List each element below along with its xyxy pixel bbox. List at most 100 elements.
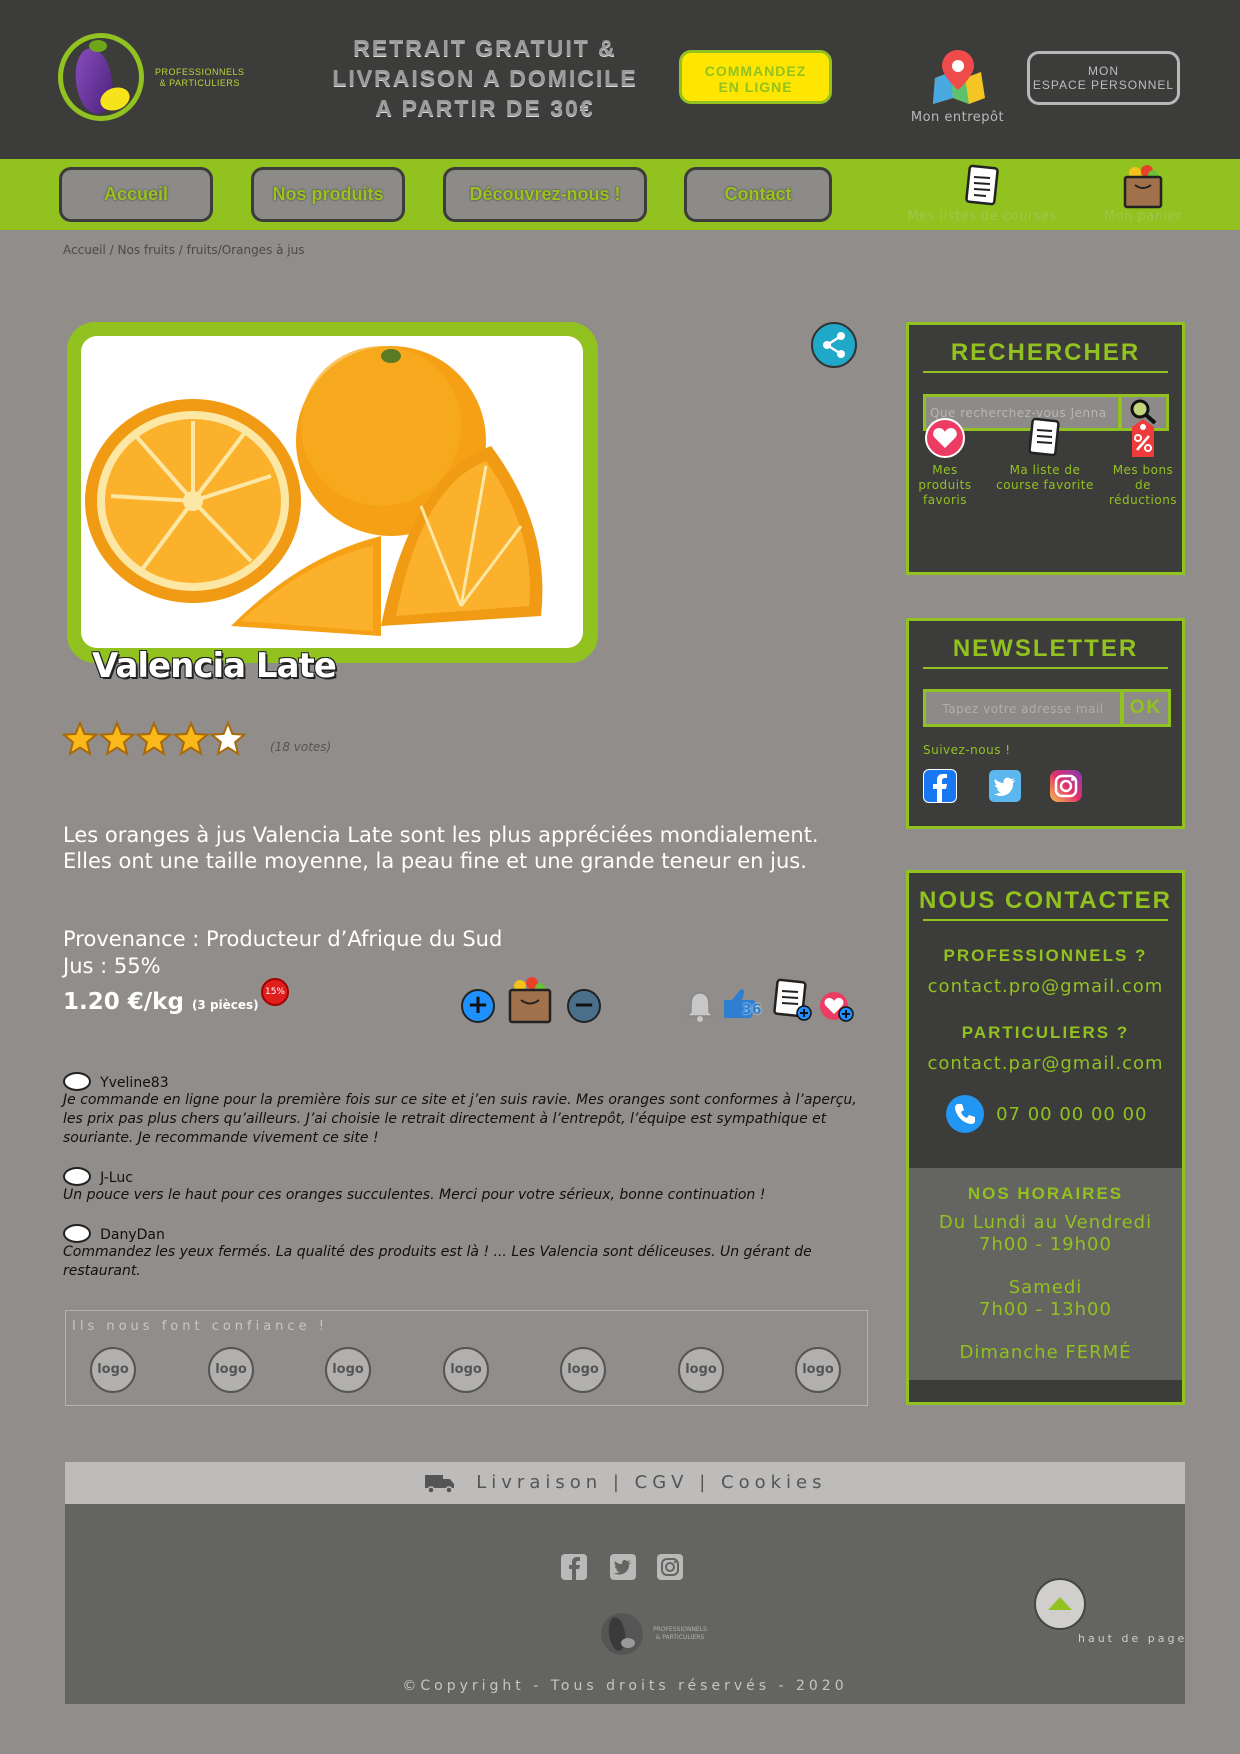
comment-author: Yveline83 (100, 1075, 169, 1091)
favorite-list-link[interactable]: Ma liste de course favorite (989, 417, 1101, 493)
like-button[interactable]: 36 (722, 986, 762, 1026)
star-filled-icon[interactable] (98, 720, 136, 756)
add-to-favorites-button[interactable] (818, 990, 856, 1028)
twitter-icon (614, 1559, 631, 1575)
map-pin-icon (932, 50, 985, 104)
breadcrumb[interactable]: Accueil / Nos fruits / fruits/Oranges à … (63, 243, 305, 257)
follow-us-label: Suivez-nous ! (923, 743, 1011, 757)
newsletter-title: NEWSLETTER (952, 635, 1139, 662)
promo-banner: RETRAIT GRATUIT & LIVRAISON A DOMICILE A… (332, 35, 638, 121)
back-to-top-button[interactable] (1034, 1578, 1086, 1630)
personal-space-button[interactable]: MON ESPACE PERSONNEL (1027, 51, 1180, 105)
search-panel: RECHERCHER Que recherchez-vous Jenna ? M… (906, 322, 1185, 575)
product-title: Valencia Late (92, 646, 337, 686)
product-provenance: Provenance : Producteur d’Afrique du Sud… (63, 927, 503, 978)
share-icon (823, 332, 845, 358)
footer-links[interactable]: Livraison | CGV | Cookies (65, 1462, 1185, 1504)
product-description: Les oranges à jus Valencia Late sont les… (63, 823, 819, 873)
newsletter-submit-button[interactable]: OK (1121, 689, 1171, 727)
partner-logo[interactable]: logo (325, 1347, 371, 1393)
copyright: ©Copyright - Tous droits réservés - 2020 (402, 1678, 848, 1694)
comment-text: Commandez les yeux fermés. La qualité de… (63, 1244, 812, 1279)
logo-text: PROFESSIONNELS & PARTICULIERS (155, 67, 245, 88)
heart-icon (925, 418, 965, 458)
cart-link[interactable]: Mon panier (1096, 163, 1190, 224)
newsletter-panel: NEWSLETTER Tapez votre adresse mail OK S… (906, 618, 1185, 829)
speech-bubble-icon (63, 1167, 91, 1186)
back-to-top-label: haut de page (1078, 1632, 1188, 1645)
product-price: 1.20 €/kg (3 pièces) (63, 989, 259, 1015)
discount-badge: 15% (261, 978, 289, 1006)
rating-stars[interactable] (61, 720, 262, 764)
alert-button[interactable] (684, 989, 716, 1027)
pro-email-link[interactable]: contact.pro@gmail.com (909, 976, 1182, 997)
footer-links-text[interactable]: Livraison | CGV | Cookies (476, 1472, 826, 1493)
twitter-link[interactable] (988, 769, 1022, 803)
star-empty-icon[interactable] (209, 720, 247, 756)
saturday-hours: 7h00 - 13h00 (979, 1299, 1112, 1320)
speech-bubble-icon (63, 1072, 91, 1091)
nav-products[interactable]: Nos produits (251, 167, 405, 222)
share-button[interactable] (811, 322, 857, 368)
comment-author: J-Luc (100, 1170, 133, 1186)
nav-contact[interactable]: Contact (684, 167, 832, 222)
star-filled-icon[interactable] (172, 720, 210, 756)
decrease-quantity-button[interactable]: − (567, 989, 601, 1023)
product-image (81, 336, 583, 648)
warehouse-link[interactable]: Mon entrepôt (900, 48, 1015, 125)
saturday-label: Samedi (1008, 1277, 1083, 1298)
partners-section: Ils nous font confiance ! logo logo logo… (65, 1310, 868, 1406)
newsletter-email-input[interactable]: Tapez votre adresse mail (923, 689, 1123, 727)
partner-logo[interactable]: logo (90, 1347, 136, 1393)
nav-discover[interactable]: Découvrez-nous ! (443, 167, 647, 222)
weekdays-hours: 7h00 - 19h00 (979, 1234, 1112, 1255)
comment: J-Luc Un pouce vers le haut pour ces ora… (63, 1166, 863, 1205)
footer-logo[interactable]: PROFESSIONNELS & PARTICULIERS (600, 1610, 707, 1658)
increase-quantity-button[interactable]: + (461, 989, 495, 1023)
shopping-lists-link[interactable]: Mes listes de courses (900, 163, 1064, 224)
order-online-button[interactable]: COMMANDEZ EN LIGNE (679, 50, 832, 104)
list-icon (1028, 417, 1060, 457)
site-header: PROFESSIONNELS & PARTICULIERS RETRAIT GR… (0, 0, 1240, 159)
add-to-list-button[interactable] (770, 977, 814, 1027)
individuals-label: PARTICULIERS ? (961, 1023, 1130, 1042)
footer-twitter-link[interactable] (610, 1554, 636, 1580)
main-nav: Accueil Nos produits Découvrez-nous ! Co… (0, 159, 1240, 230)
comment-text: Un pouce vers le haut pour ces oranges s… (63, 1187, 766, 1203)
instagram-icon (661, 1558, 679, 1576)
partner-logo[interactable]: logo (678, 1347, 724, 1393)
grocery-bag-icon (508, 977, 552, 1024)
phone-icon (946, 1095, 984, 1133)
footer-instagram-link[interactable] (657, 1554, 683, 1580)
footer-facebook-link[interactable] (561, 1554, 587, 1580)
partner-logo[interactable]: logo (560, 1347, 606, 1393)
partner-logo[interactable]: logo (443, 1347, 489, 1393)
instagram-link[interactable] (1049, 769, 1083, 803)
opening-hours: NOS HORAIRES Du Lundi au Vendredi 7h00 -… (909, 1168, 1182, 1380)
add-to-cart-button[interactable] (506, 976, 554, 1028)
arrow-up-icon (1048, 1597, 1072, 1610)
site-logo[interactable] (58, 33, 144, 121)
delivery-truck-icon (424, 1475, 454, 1494)
partner-logo[interactable]: logo (208, 1347, 254, 1393)
sunday-label: Dimanche FERMÉ (959, 1342, 1132, 1363)
footer-logo-text: PROFESSIONNELS & PARTICULIERS (653, 1626, 707, 1641)
partner-logo[interactable]: logo (795, 1347, 841, 1393)
discount-vouchers-link[interactable]: Mes bons de réductions (1107, 419, 1179, 508)
list-icon (965, 164, 999, 206)
favorite-products-link[interactable]: Mes produits favoris (915, 418, 975, 508)
facebook-link[interactable] (923, 769, 957, 803)
hours-title: NOS HORAIRES (967, 1184, 1124, 1203)
heart-add-icon (820, 992, 854, 1022)
star-filled-icon[interactable] (135, 720, 173, 756)
list-add-icon (773, 978, 812, 1021)
star-filled-icon[interactable] (61, 720, 99, 756)
pro-label: PROFESSIONNELS ? (943, 946, 1148, 965)
partners-title: Ils nous font confiance ! (72, 1319, 328, 1334)
individuals-email-link[interactable]: contact.par@gmail.com (909, 1053, 1182, 1074)
facebook-icon (924, 770, 956, 802)
phone-link[interactable]: 07 00 00 00 00 (945, 1094, 1182, 1134)
twitter-icon (989, 770, 1021, 802)
product-image-frame (67, 322, 598, 663)
nav-home[interactable]: Accueil (59, 167, 213, 222)
